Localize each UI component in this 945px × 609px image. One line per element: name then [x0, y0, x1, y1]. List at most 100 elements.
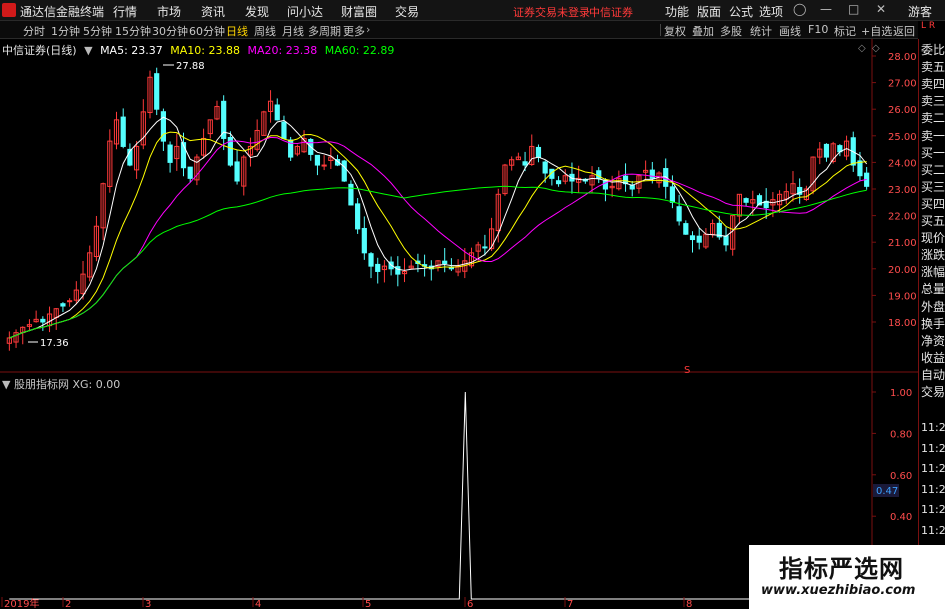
- indicator-tick-label: 0.40: [890, 512, 912, 523]
- settings-diamond-icon[interactable]: ◇: [858, 43, 866, 54]
- indicator-line: [9, 391, 867, 600]
- indicator-toggle-icon[interactable]: ▼: [2, 378, 10, 391]
- indicator-tick-label: 0.80: [890, 429, 912, 440]
- period-30min[interactable]: 30分钟: [152, 23, 188, 39]
- candle-body: [743, 198, 749, 203]
- login-status[interactable]: 证券交易未登录: [513, 4, 590, 20]
- quote-side-panel: 委比 卖五 卖四 卖三 卖二 卖一 买一 买二 买三 买四 买五 现价 涨跌 涨幅 总量 外盘 换手 净资 收益 自动…: [918, 39, 945, 609]
- price-tick-label: 20.00: [888, 265, 917, 276]
- close-icon[interactable]: ✕: [876, 2, 886, 16]
- legend-toggle-icon[interactable]: ▼: [84, 44, 92, 57]
- tool-back[interactable]: 返回: [893, 23, 915, 39]
- price-tick-label: 19.00: [888, 291, 917, 302]
- quote-field-label: 委比: [921, 43, 945, 57]
- menu-options[interactable]: 选项: [759, 3, 783, 20]
- watermark-title: 指标严选网: [779, 555, 904, 583]
- period-multi[interactable]: 多周期: [308, 23, 341, 39]
- tool-draw-line[interactable]: 画线: [779, 23, 801, 39]
- kline-chart[interactable]: 28.0027.0026.0025.0024.0023.0022.0021.00…: [0, 39, 918, 609]
- diamond-icon[interactable]: ◇: [872, 43, 880, 54]
- candle-body: [281, 121, 287, 139]
- ma10-legend: MA10: 23.88: [170, 44, 240, 57]
- menu-trade[interactable]: 交易: [395, 3, 419, 20]
- period-more[interactable]: 更多: [343, 23, 365, 39]
- candlesticks: [6, 67, 870, 351]
- quote-field-label: 买五: [921, 214, 945, 228]
- candle-body: [368, 253, 374, 267]
- indicator-tick-label: 1.00: [890, 388, 912, 399]
- trade-time: 11:29: [921, 421, 945, 434]
- menu-layout[interactable]: 版面: [697, 3, 721, 20]
- candle-body: [676, 206, 682, 222]
- date-tick-label: 2019年: [4, 597, 39, 609]
- quote-field-label: 自动: [921, 367, 945, 382]
- tool-overlay[interactable]: 叠加: [692, 23, 714, 39]
- quote-field-label: 买三: [921, 179, 945, 194]
- period-timeshare[interactable]: 分时: [23, 23, 45, 39]
- date-tick-label: 3: [145, 599, 151, 609]
- toolbar-divider: [660, 24, 661, 36]
- tool-mark[interactable]: 标记: [834, 23, 856, 39]
- period-15min[interactable]: 15分钟: [115, 23, 151, 39]
- watermark: 指标严选网 www.xuezhibiao.com: [749, 545, 945, 609]
- candle-body: [355, 203, 361, 230]
- date-tick-label: 7: [567, 599, 573, 609]
- candle-body: [823, 143, 830, 158]
- candle-body: [683, 223, 689, 235]
- indicator-value: XG: 0.00: [72, 378, 121, 391]
- price-tick-label: 22.00: [888, 212, 917, 223]
- tool-multi-stock[interactable]: 多股: [720, 23, 742, 39]
- candle-body: [395, 266, 401, 275]
- period-5min[interactable]: 5分钟: [83, 23, 112, 39]
- stock-title: 中信证券(日线): [2, 44, 77, 57]
- minimize-icon[interactable]: —: [820, 2, 832, 16]
- menu-market-quotes[interactable]: 行情: [113, 3, 137, 20]
- indicator-tick-label: 0.60: [890, 471, 912, 482]
- menu-ask[interactable]: 问小达: [287, 3, 323, 20]
- quote-field-label: 涨跌: [921, 248, 945, 263]
- candle-body: [542, 161, 548, 174]
- help-icon[interactable]: ◯: [793, 2, 806, 16]
- price-tick-label: 21.00: [888, 238, 917, 249]
- app-logo-icon: [2, 3, 16, 17]
- quote-field-label: 净资: [921, 333, 945, 348]
- tool-f10[interactable]: F10: [808, 23, 828, 36]
- candle-body: [234, 161, 240, 182]
- low-annotation: 17.36: [40, 338, 69, 349]
- signal-marker: S: [684, 365, 690, 376]
- guest-label[interactable]: 游客: [908, 3, 932, 20]
- menu-formula[interactable]: 公式: [729, 3, 753, 20]
- chevron-right-icon[interactable]: ›: [366, 23, 370, 36]
- quote-field-label: 现价: [921, 231, 945, 246]
- quote-field-label: 买四: [921, 196, 945, 211]
- period-daily[interactable]: 日线: [226, 23, 248, 39]
- trade-time: 11:29: [921, 462, 945, 475]
- candle-body: [555, 180, 562, 185]
- side-value: 0.47: [876, 486, 898, 497]
- menu-wealth-circle[interactable]: 财富圈: [341, 3, 377, 20]
- menu-functions[interactable]: 功能: [665, 3, 689, 20]
- menu-market[interactable]: 市场: [157, 3, 181, 20]
- indicator-axis: 1.000.800.600.400.20: [872, 388, 912, 565]
- candle-body: [348, 183, 354, 206]
- candle-body: [669, 186, 676, 203]
- tool-statistics[interactable]: 统计: [750, 23, 772, 39]
- high-annotation: 27.88: [176, 61, 205, 72]
- trade-time: 11:29: [921, 503, 945, 516]
- quote-field-label: 卖四: [921, 77, 945, 92]
- candle-body: [649, 169, 655, 179]
- menu-news[interactable]: 资讯: [201, 3, 225, 20]
- period-weekly[interactable]: 周线: [254, 23, 276, 39]
- lr-badge[interactable]: L R: [921, 22, 943, 38]
- period-60min[interactable]: 60分钟: [189, 23, 225, 39]
- menu-discover[interactable]: 发现: [245, 3, 269, 20]
- date-tick-label: 2: [65, 599, 71, 609]
- broker-name[interactable]: 中信证券: [589, 4, 633, 20]
- period-1min[interactable]: 1分钟: [51, 23, 80, 39]
- restore-icon[interactable]: □: [848, 2, 859, 16]
- period-monthly[interactable]: 月线: [282, 23, 304, 39]
- tool-adjust[interactable]: 复权: [664, 23, 686, 39]
- tool-add-watchlist[interactable]: +自选: [861, 23, 892, 39]
- ma10-line: [9, 131, 867, 339]
- candle-body: [482, 246, 488, 249]
